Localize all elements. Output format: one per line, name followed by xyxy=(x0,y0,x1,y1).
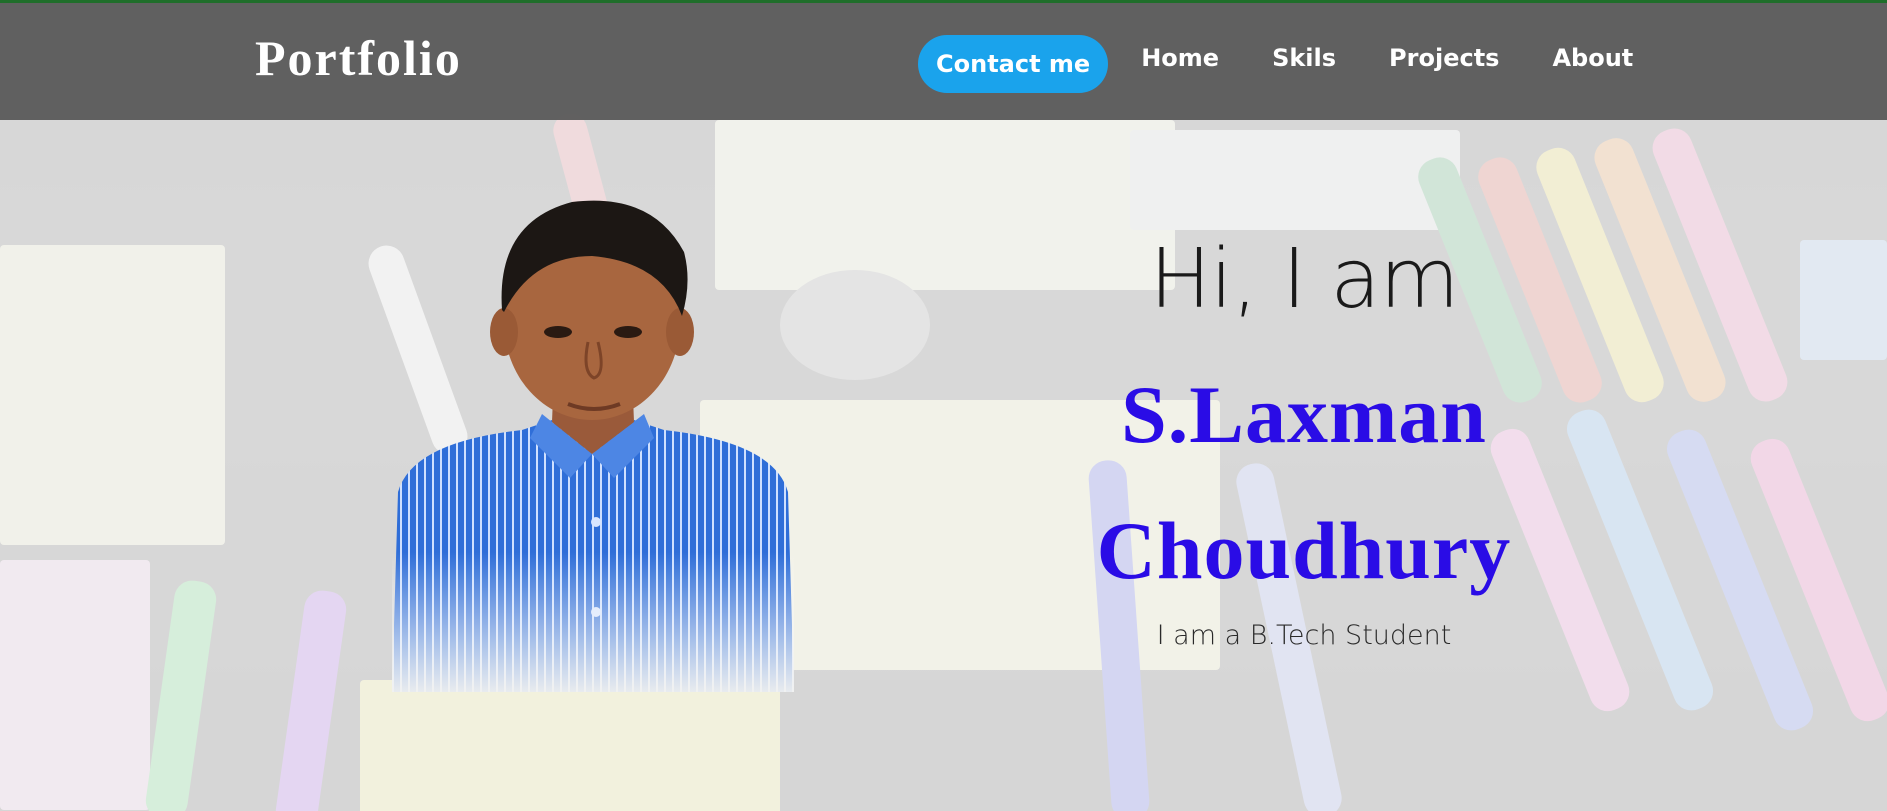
profile-photo xyxy=(392,192,794,692)
hero-tagline: I am a B.Tech Student xyxy=(1156,620,1452,651)
nav-link-skills[interactable]: Skils xyxy=(1272,44,1336,72)
nav-link-about[interactable]: About xyxy=(1552,44,1633,72)
hero-greeting: Hi, I am xyxy=(1149,232,1460,327)
portfolio-page: Portfolio Contact me Home Skils Projects… xyxy=(0,0,1887,811)
nav-link-projects[interactable]: Projects xyxy=(1389,44,1499,72)
main-nav: Contact me Home Skils Projects About xyxy=(918,34,1633,94)
nav-link-home[interactable]: Home xyxy=(1141,44,1219,72)
hero-name-first: S.Laxman xyxy=(1121,369,1487,460)
hero-name-last: Choudhury xyxy=(1096,505,1512,596)
brand-logo-link[interactable]: Portfolio xyxy=(255,31,462,86)
site-header: Portfolio Contact me Home Skils Projects… xyxy=(0,0,1887,120)
contact-me-button[interactable]: Contact me xyxy=(918,35,1109,93)
